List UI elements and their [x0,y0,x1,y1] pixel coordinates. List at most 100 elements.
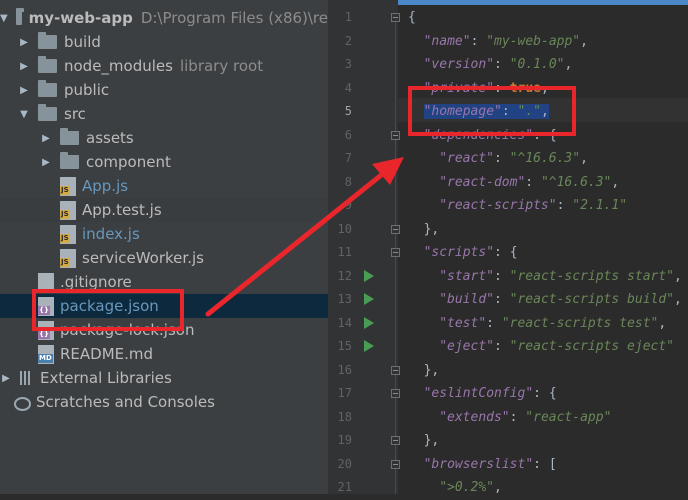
code-line: "extends": "react-app" [439,406,611,430]
tree-item-public[interactable]: ▶ public [0,78,328,102]
fold-marker-icon[interactable] [391,436,400,445]
tree-item-scratches[interactable]: Scratches and Consoles [0,390,328,414]
code-token: "react-app" [525,409,612,425]
js-test-file-icon: JS [60,200,76,220]
chevron-right-icon[interactable]: ▶ [40,133,52,144]
tree-item-app-test-js[interactable]: JS App.test.js [0,198,328,222]
code-token: { [408,10,416,25]
js-file-icon: JS [60,248,76,268]
tree-item-build[interactable]: ▶ build [0,30,328,54]
code-token: "react-scripts" [439,198,557,213]
code-token: , [674,292,682,307]
code-token: "react-dom" [439,174,526,190]
code-token: "2.1.1" [572,198,628,213]
tree-item-label: External Libraries [40,369,172,387]
tree-root[interactable]: ▼ my-web-app D:\Program Files (x86)\re [0,6,328,30]
folder-icon [38,32,57,49]
tree-item-component[interactable]: ▶ component [0,150,328,174]
chevron-right-icon[interactable]: ▶ [18,85,30,96]
code-token: }, [423,221,440,237]
code-token: : { [494,245,518,260]
folder-icon [38,56,57,73]
line-number: 20 [337,456,352,471]
line-number: 7 [344,151,352,165]
chevron-right-icon[interactable]: ▶ [18,37,30,48]
code-token: "^16.6.3" [509,151,581,166]
code-token: "^16.6.3" [540,174,612,190]
code-token: , [611,174,620,190]
highlight-box-homepage [408,86,576,136]
run-script-icon[interactable] [364,269,374,282]
fold-marker-icon[interactable] [391,389,400,398]
folder-icon [38,80,57,97]
code-line: "eject": "react-scripts eject" [439,335,674,359]
line-number: 10 [337,221,352,236]
code-token: : [493,292,510,307]
code-token: , [564,57,573,72]
tree-item-label: README.md [60,345,154,363]
code-token: }, [423,433,440,448]
tree-item-label: index.js [82,225,140,243]
code-token: "react-scripts eject" [509,339,675,354]
tree-item-src[interactable]: ▼ src [0,102,328,126]
line-number: 21 [337,480,352,494]
line-number: 1 [344,10,352,24]
code-token: }, [423,362,440,378]
fold-marker-icon[interactable] [391,130,400,140]
fold-marker-icon[interactable] [391,248,400,257]
run-script-icon[interactable] [364,316,374,329]
tree-item-label: src [64,105,86,123]
code-token: "build" [439,292,494,307]
line-number: 6 [344,127,352,142]
code-token: "my-web-app" [486,33,581,49]
run-script-icon[interactable] [364,293,374,305]
chevron-right-icon[interactable]: ▶ [40,157,52,168]
code-token: "name" [423,33,471,49]
chevron-down-icon[interactable]: ▼ [0,13,8,24]
code-token: , [580,151,588,166]
code-token: : [556,198,573,213]
tree-item-index-js[interactable]: JS index.js [0,222,328,246]
code-token: : [525,174,541,190]
code-token: "version" [423,57,495,72]
code-editor[interactable]: {"name": "my-web-app", "version": "0.1.0"… [398,0,688,494]
code-line: }, [424,359,440,383]
tree-item-service-worker-js[interactable]: JS serviceWorker.js [0,246,328,270]
code-line: "version": "0.1.0", [424,53,573,77]
code-token: "eject" [439,339,494,354]
markdown-file-icon: MD [38,344,54,364]
tree-item-assets[interactable]: ▶ assets [0,126,328,150]
tree-item-label: public [64,81,110,99]
code-token: : [509,409,526,425]
line-number: 12 [337,268,352,283]
js-file-icon: JS [60,176,76,196]
chevron-right-icon[interactable]: ▶ [18,61,30,72]
chevron-right-icon[interactable]: ▶ [0,373,12,384]
tree-item-label: serviceWorker.js [82,249,204,267]
tree-item-external-libraries[interactable]: ▶ External Libraries [0,366,328,390]
folder-icon [38,104,57,121]
code-token: "react-scripts build" [509,292,675,307]
fold-marker-icon[interactable] [391,365,400,375]
fold-marker-icon[interactable] [391,13,400,22]
code-token: , [674,268,682,284]
fold-marker-icon[interactable] [391,459,400,469]
code-token: "scripts" [423,245,495,260]
run-script-icon[interactable] [364,340,374,352]
line-number: 8 [344,174,352,189]
line-number: 2 [344,33,352,48]
line-number: 3 [344,57,352,71]
tree-item-node-modules[interactable]: ▶ node_modules library root [0,54,328,78]
line-number: 13 [337,292,352,306]
line-number: 14 [337,315,352,330]
tree-item-readme[interactable]: MD README.md [0,342,328,366]
tree-item-app-js[interactable]: JS App.js [0,174,328,198]
tree-item-label: App.js [82,177,129,195]
line-number: 18 [337,409,352,424]
code-token: "react" [439,151,494,166]
line-number: 4 [344,80,352,95]
fold-marker-icon[interactable] [391,224,400,234]
code-token: : [493,151,510,166]
chevron-down-icon[interactable]: ▼ [18,109,30,120]
code-token: : [470,33,487,49]
